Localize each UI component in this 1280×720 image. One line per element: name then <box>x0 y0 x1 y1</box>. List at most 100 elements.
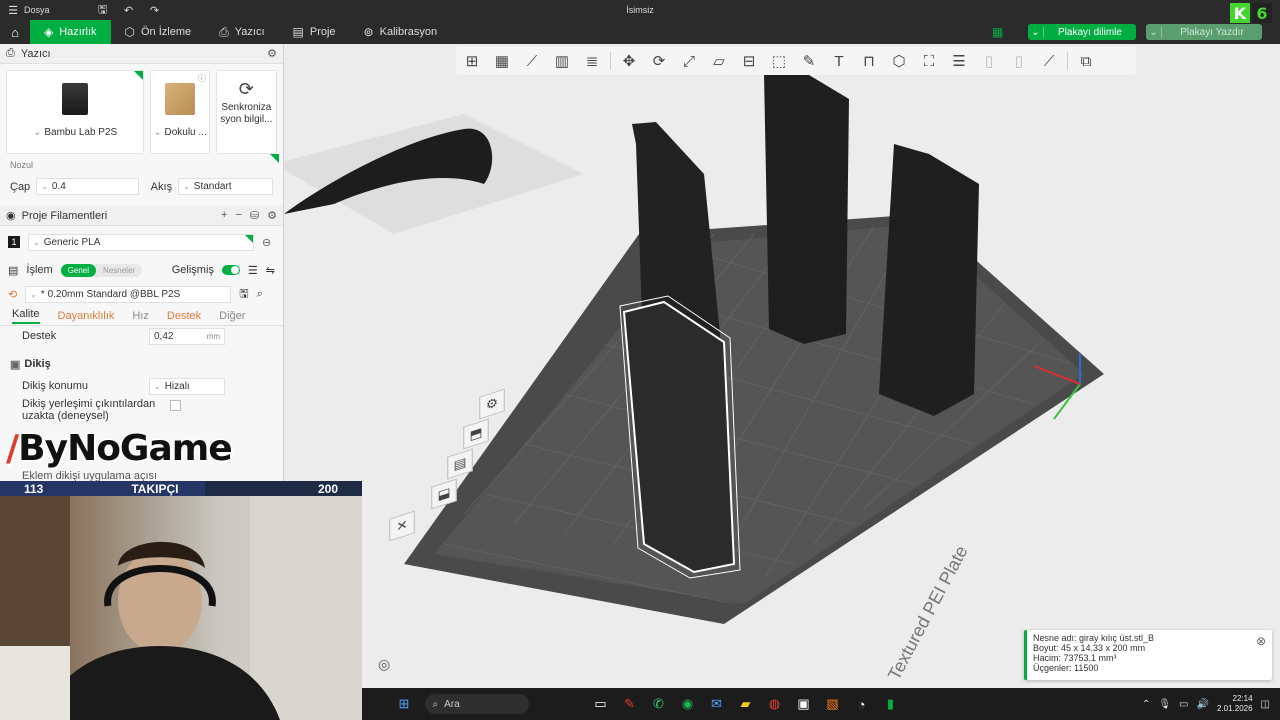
measure-icon[interactable]: ⟋ <box>1037 49 1061 73</box>
close-icon[interactable]: ⊗ <box>1256 635 1266 647</box>
objects-tab[interactable]: Nesneler <box>96 264 142 277</box>
seam-avoid-checkbox[interactable] <box>170 400 181 411</box>
bambu-studio-icon[interactable]: ▮ <box>879 692 903 716</box>
notification-icon[interactable]: ◫ <box>1261 699 1270 710</box>
plate-layout-icon[interactable]: ▦ <box>992 25 1003 39</box>
auto-orient-icon[interactable]: ⟋ <box>520 49 544 73</box>
rotate-icon[interactable]: ⟳ <box>647 49 671 73</box>
diameter-select[interactable]: ⌄ 0.4 <box>36 178 139 195</box>
cut-icon[interactable]: ⊟ <box>737 49 761 73</box>
global-tab[interactable]: Genel <box>60 263 97 277</box>
split-plates-icon[interactable]: ≣ <box>580 49 604 73</box>
assembly-icon[interactable]: ⧉ <box>1074 49 1098 73</box>
spotify-icon[interactable]: ◉ <box>676 692 700 716</box>
3d-viewport[interactable]: Textured PEI Plate ⚙ ⬒ ▤ ⬓ ✕ ◎ <box>284 44 1280 688</box>
gear-icon[interactable]: ⚙ <box>267 47 277 60</box>
plate-card[interactable]: ⓘ ⌄ Dokulu ... <box>150 70 210 154</box>
redo-icon[interactable]: ↷ <box>148 3 162 17</box>
save-preset-icon[interactable]: 🖫 <box>239 285 248 304</box>
hamburger-icon[interactable]: ☰ <box>6 3 20 17</box>
whatsapp-icon[interactable]: ✆ <box>647 692 671 716</box>
tab-quality[interactable]: Kalite <box>12 308 40 324</box>
chrome-icon[interactable]: ◍ <box>763 692 787 716</box>
chevron-down-icon[interactable]: ⌄ <box>1146 26 1162 38</box>
slice-button[interactable]: ⌄ Plakayı dilimle <box>1028 24 1136 40</box>
file-menu[interactable]: Dosya <box>24 5 50 15</box>
printer-section-icon: ⎙ <box>6 47 15 59</box>
tab-strength[interactable]: Dayanıklılık <box>58 310 115 322</box>
tab-calibration[interactable]: ⊚ Kalibrasyon <box>350 20 452 44</box>
filament-select[interactable]: ⌄ Generic PLA <box>28 233 254 251</box>
epic-games-icon[interactable]: ▣ <box>792 692 816 716</box>
variable-layer-icon[interactable]: ▯ <box>977 49 1001 73</box>
tab-others[interactable]: Diğer <box>219 310 245 322</box>
tab-printer[interactable]: ⎙ Yazıcı <box>205 20 278 44</box>
advanced-toggle[interactable] <box>221 265 240 275</box>
windows-start-icon[interactable]: ⊞ <box>392 692 416 716</box>
preset-select[interactable]: ⌄ * 0.20mm Standard @BBL P2S <box>25 285 232 303</box>
compare-icon[interactable]: ⇋ <box>266 264 275 277</box>
curtain-shape <box>250 496 362 720</box>
move-icon[interactable]: ✥ <box>617 49 641 73</box>
support-input[interactable]: 0,42 mm <box>149 327 225 345</box>
microphone-icon[interactable]: 🎙 <box>1158 699 1171 710</box>
remove-filament-icon[interactable]: ⊖ <box>262 236 271 249</box>
seam-avoid-label-2: uzakta (deneysel) <box>22 410 109 422</box>
tab-preview[interactable]: ⬡ Ön İzleme <box>111 20 206 44</box>
measure-bounds-icon[interactable]: ⛶ <box>917 49 941 73</box>
arrange-all-icon[interactable]: ▥ <box>550 49 574 73</box>
support-paint-icon[interactable]: ⊓ <box>857 49 881 73</box>
fuzzy-skin-icon[interactable]: ▯ <box>1007 49 1031 73</box>
taskbar-search[interactable]: ⌕ Ara <box>424 694 529 714</box>
reset-icon[interactable]: ⟲ <box>8 288 17 301</box>
sync-filament-icon[interactable]: ⛁ <box>250 209 259 222</box>
sync-card[interactable]: ⟳ Senkroniza syon bilgil... <box>215 70 277 154</box>
chevron-down-icon[interactable]: ⌄ <box>1028 26 1044 38</box>
text-icon[interactable]: T <box>827 49 851 73</box>
mail-icon[interactable]: ✉ <box>705 692 729 716</box>
seam-position-select[interactable]: ⌄ Hizalı <box>149 377 225 395</box>
mesh-boolean-icon[interactable]: ⬚ <box>767 49 791 73</box>
add-plate-icon[interactable]: ▦ <box>490 49 514 73</box>
add-icon[interactable]: + <box>221 209 227 222</box>
printer-card[interactable]: ⌄ Bambu Lab P2S <box>6 70 145 154</box>
object-2[interactable] <box>764 72 849 344</box>
layer-icon[interactable]: ☰ <box>947 49 971 73</box>
folder-icon[interactable]: ▰ <box>734 692 758 716</box>
obs-icon[interactable]: ◔ <box>850 692 874 716</box>
object-size: Boyut: 45 x 14.33 x 200 mm <box>1033 643 1146 653</box>
tab-project[interactable]: ▤ Proje <box>279 20 350 44</box>
process-mode-switch[interactable]: Genel Nesneler <box>60 263 143 277</box>
tab-prepare[interactable]: ◈ Hazırlık <box>30 20 111 44</box>
tab-speed[interactable]: Hız <box>132 310 149 322</box>
app-orange-icon[interactable]: ▧ <box>821 692 845 716</box>
print-button[interactable]: ⌄ Plakayı Yazdır <box>1146 24 1262 40</box>
info-icon[interactable]: ⓘ <box>198 73 206 84</box>
undo-icon[interactable]: ↶ <box>122 3 136 17</box>
chevron-up-icon[interactable]: ⌃ <box>1142 699 1150 710</box>
list-icon[interactable]: ☰ <box>248 264 258 277</box>
flow-select[interactable]: ⌄ Standart <box>178 178 273 195</box>
paint-icon[interactable]: ✎ <box>797 49 821 73</box>
gear-icon[interactable]: ⚙ <box>267 209 277 222</box>
camera-view-icon[interactable]: ◎ <box>378 656 390 673</box>
object-3[interactable] <box>879 144 979 416</box>
clock[interactable]: 22:14 2.01.2026 <box>1217 694 1253 714</box>
volume-icon[interactable]: 🔊 <box>1197 699 1209 710</box>
seam-paint-icon[interactable]: ⬡ <box>887 49 911 73</box>
filament-section-header: ◉ Proje Filamentleri + − ⛁ ⚙ <box>0 206 283 226</box>
app-icon[interactable]: ✎ <box>618 692 642 716</box>
lay-on-face-icon[interactable]: ⏥ <box>707 49 731 73</box>
seam-position-value: Hizalı <box>164 380 190 392</box>
remove-icon[interactable]: − <box>235 209 241 222</box>
network-icon[interactable]: ▭ <box>1179 699 1188 710</box>
follower-current: 113 <box>24 481 44 496</box>
save-icon[interactable]: 🖫 <box>96 3 110 17</box>
corner-flag <box>270 154 279 163</box>
task-view-icon[interactable]: ▭ <box>589 692 613 716</box>
search-icon[interactable]: ⌕ <box>257 288 263 301</box>
home-icon[interactable]: ⌂ <box>0 20 30 44</box>
scale-icon[interactable]: ⤢ <box>677 49 701 73</box>
add-object-icon[interactable]: ⊞ <box>460 49 484 73</box>
tab-support[interactable]: Destek <box>167 310 201 322</box>
